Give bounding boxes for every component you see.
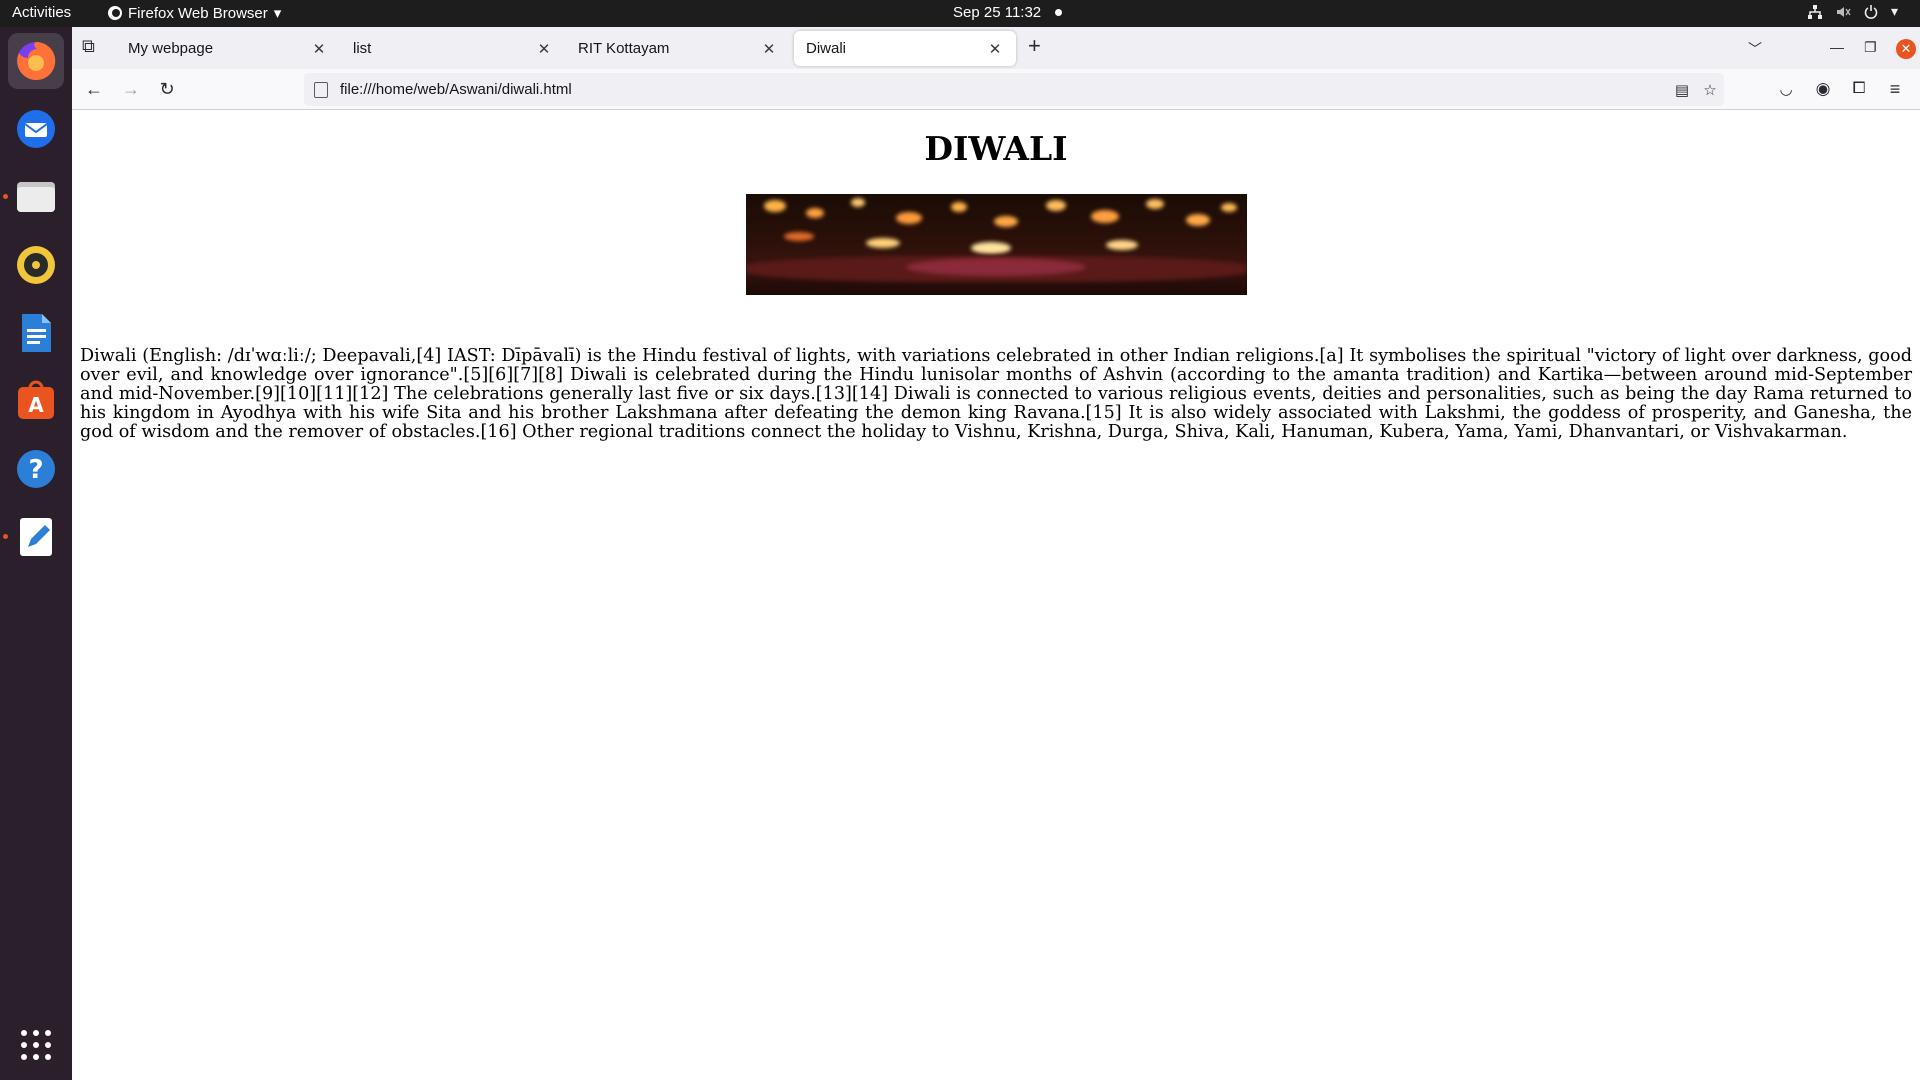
tab-strip: ⧉ My webpage ✕ list ✕ RIT Kottayam ✕ Diw… — [72, 27, 1920, 69]
glow — [1186, 214, 1210, 226]
power-icon — [1863, 4, 1879, 20]
help-icon: ? — [14, 447, 58, 491]
url-bar[interactable]: file:///home/web/Aswani/diwali.html ▤ ☆ — [304, 73, 1724, 106]
activities-button[interactable]: Activities — [12, 4, 71, 21]
clock[interactable]: Sep 25 11:32 — [953, 4, 1063, 21]
dock-show-applications[interactable] — [8, 1017, 64, 1073]
close-icon[interactable]: ✕ — [986, 40, 1004, 58]
close-icon[interactable]: ✕ — [310, 40, 328, 58]
restore-icon[interactable]: ❐ — [1864, 39, 1877, 56]
volume-muted-icon — [1835, 4, 1851, 20]
glow — [951, 202, 967, 212]
glow — [906, 258, 1086, 276]
dock-writer[interactable] — [8, 305, 64, 361]
pocket-icon[interactable]: ◡ — [1772, 75, 1800, 103]
diwali-paragraph: Diwali (English: /dɪˈwɑːliː/; Deepavali,… — [80, 346, 1912, 442]
forward-arrow-icon[interactable]: → — [117, 75, 145, 103]
svg-text:A: A — [28, 393, 44, 417]
page-document-icon — [314, 81, 328, 98]
thunderbird-icon — [14, 107, 58, 151]
close-icon[interactable]: ✕ — [535, 40, 553, 58]
files-icon — [14, 175, 58, 219]
svg-text:?: ? — [28, 455, 43, 485]
tab-list[interactable]: list ✕ — [341, 31, 565, 66]
close-icon[interactable]: ✕ — [760, 40, 778, 58]
glow — [784, 232, 814, 241]
bookmark-star-icon[interactable]: ☆ — [1696, 81, 1724, 99]
reload-icon[interactable]: ↻ — [153, 75, 181, 103]
writer-icon — [14, 311, 58, 355]
tab-label: My webpage — [128, 40, 214, 57]
network-icon — [1807, 4, 1823, 20]
dock: A ? — [0, 27, 72, 1080]
software-icon: A — [14, 379, 58, 423]
app-menu[interactable]: Firefox Web Browser ▾ — [108, 4, 281, 22]
dock-rhythmbox[interactable] — [8, 237, 64, 293]
url-text[interactable]: file:///home/web/Aswani/diwali.html — [340, 81, 1668, 98]
glow — [1146, 199, 1164, 209]
glow — [851, 198, 865, 207]
hamburger-menu-icon[interactable]: ≡ — [1881, 75, 1909, 103]
glow — [866, 238, 900, 248]
page-content: DIWALI Diwali (English: /dɪˈwɑːliː/; Dee… — [72, 111, 1920, 1080]
caret-down-icon: ▾ — [1890, 3, 1898, 19]
firefox-icon — [14, 39, 58, 83]
dock-files[interactable] — [8, 169, 64, 225]
clock-time: 11:32 — [1004, 4, 1042, 21]
glow — [764, 200, 786, 212]
system-tray[interactable]: ▾ — [1807, 3, 1898, 20]
clock-date: Sep 25 — [953, 4, 1001, 21]
diwali-lamps-image — [746, 194, 1247, 295]
dock-thunderbird[interactable] — [8, 101, 64, 157]
extensions-puzzle-icon[interactable]: ⧠ — [1845, 75, 1873, 103]
window-close-icon[interactable]: ✕ — [1896, 39, 1916, 59]
clock-date-time: Sep 25 11:32 — [953, 4, 1041, 21]
app-grid-icon — [14, 1023, 58, 1067]
account-icon[interactable]: ◉ — [1809, 75, 1837, 103]
tab-label: Diwali — [806, 40, 847, 57]
navigation-toolbar: ← → ↻ file:///home/web/Aswani/diwali.htm… — [72, 69, 1920, 110]
notification-dot-icon — [1055, 9, 1063, 16]
reader-view-icon[interactable]: ▤ — [1668, 81, 1696, 99]
app-menu-label: Firefox Web Browser — [128, 4, 268, 22]
glow — [971, 242, 1011, 254]
rhythmbox-icon — [14, 243, 58, 287]
glow — [1091, 210, 1119, 223]
firefox-view-icon[interactable]: ⧉ — [82, 36, 95, 57]
glow — [1106, 240, 1138, 250]
minimize-icon[interactable]: — — [1830, 39, 1844, 55]
tab-label: RIT Kottayam — [578, 40, 670, 57]
glow — [994, 216, 1018, 227]
back-arrow-icon[interactable]: ← — [80, 75, 108, 103]
glow — [1046, 200, 1066, 211]
new-tab-plus-icon[interactable]: + — [1028, 33, 1041, 59]
tab-diwali[interactable]: Diwali ✕ — [794, 31, 1016, 66]
tab-rit-kottayam[interactable]: RIT Kottayam ✕ — [566, 31, 790, 66]
dock-firefox[interactable] — [8, 33, 64, 89]
gnome-top-bar: Activities Firefox Web Browser ▾ Sep 25 … — [0, 0, 1920, 27]
tab-label: list — [353, 40, 372, 57]
firefox-window: ⧉ My webpage ✕ list ✕ RIT Kottayam ✕ Diw… — [72, 27, 1920, 1080]
firefox-small-icon — [108, 6, 122, 20]
text-editor-icon — [14, 515, 58, 559]
list-all-tabs-chevron-icon[interactable]: ﹀ — [1748, 39, 1762, 59]
dock-software[interactable]: A — [8, 373, 64, 429]
tab-my-webpage[interactable]: My webpage ✕ — [116, 31, 340, 66]
caret-down-icon: ▾ — [273, 5, 282, 22]
dock-help[interactable]: ? — [8, 441, 64, 497]
glow — [1221, 203, 1237, 212]
dock-text-editor[interactable] — [8, 509, 64, 565]
glow — [806, 208, 824, 218]
page-heading: DIWALI — [924, 129, 1068, 168]
glow — [896, 212, 922, 224]
